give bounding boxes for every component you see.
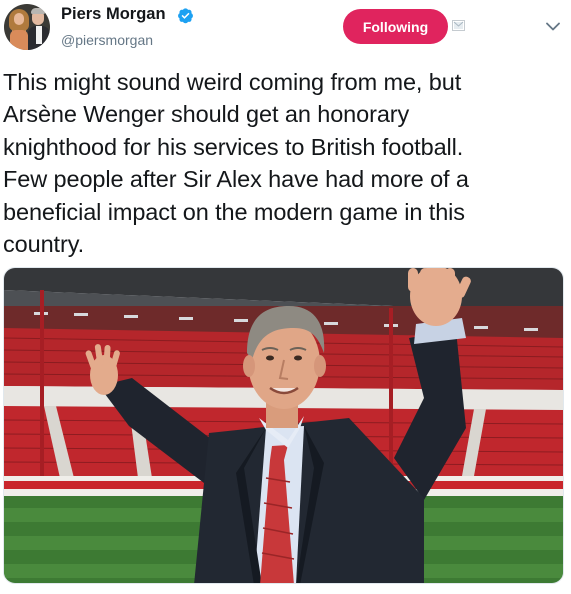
avatar-dress-left — [10, 30, 28, 50]
tweet-text: This might sound weird coming from me, b… — [3, 66, 569, 260]
tweet-photo[interactable] — [3, 267, 564, 584]
tweet-card: Piers Morgan @piersmorgan Following This… — [0, 0, 571, 594]
username-handle[interactable]: @piersmorgan — [61, 32, 153, 48]
tweet-text-line: country. — [3, 231, 85, 258]
tweet-text-line: This might sound weird coming from me, b… — [3, 69, 462, 95]
direct-message-icon[interactable] — [452, 19, 465, 32]
avatar-face-left — [14, 13, 24, 25]
tweet-text-line: beneficial impact on the modern game in … — [3, 198, 465, 225]
tweet-text-line: knighthood for his services to British f… — [3, 133, 464, 160]
avatar[interactable] — [4, 4, 50, 50]
following-button[interactable]: Following — [343, 9, 448, 44]
display-name[interactable]: Piers Morgan — [61, 5, 166, 24]
tweet-text-line: Arsène Wenger should get an honorary — [3, 101, 410, 128]
tweet-text-line: Few people after Sir Alex have had more … — [3, 166, 469, 193]
verified-badge-icon — [178, 8, 193, 24]
stadium-photo — [4, 268, 563, 583]
avatar-hair-right — [31, 8, 45, 14]
avatar-shirt-right — [36, 26, 42, 44]
chevron-down-icon[interactable] — [546, 22, 560, 31]
